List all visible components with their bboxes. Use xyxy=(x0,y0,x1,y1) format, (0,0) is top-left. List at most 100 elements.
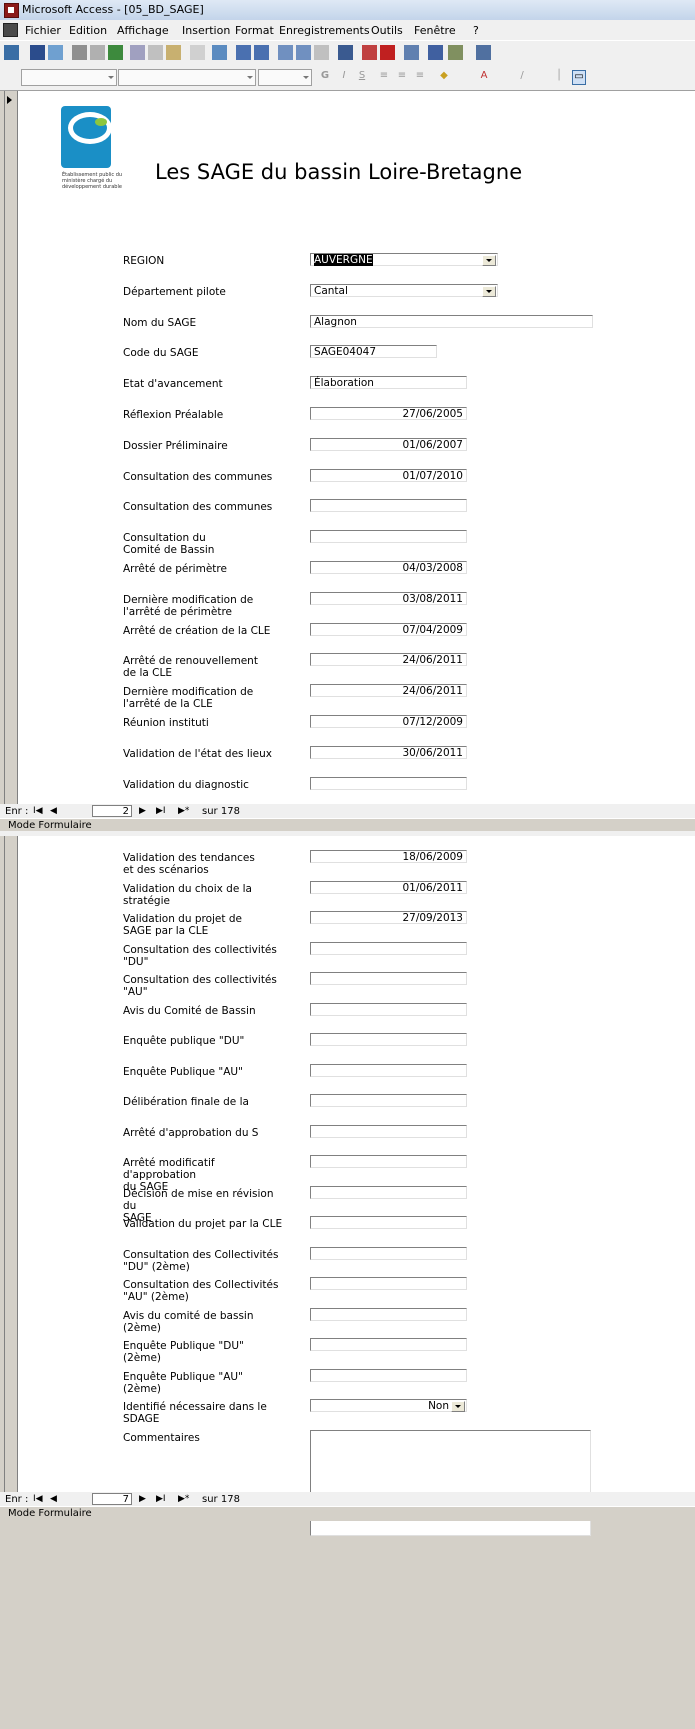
properties-icon[interactable] xyxy=(404,45,419,60)
top-field-17-validation-de-l-etat-des-lieux[interactable]: 30/06/2011 xyxy=(310,745,467,759)
sort-descending-icon[interactable] xyxy=(254,45,269,60)
menu-insertion[interactable]: Insertion xyxy=(182,24,230,37)
menu-affichage[interactable]: Affichage xyxy=(117,24,169,37)
search-file-icon[interactable] xyxy=(48,45,63,60)
help-icon[interactable] xyxy=(476,45,491,60)
top-field-13-arrete-de-creation-de-la-cle[interactable]: 07/04/2009 xyxy=(310,622,467,636)
database-window-icon[interactable] xyxy=(428,45,443,60)
menu-help[interactable]: ? xyxy=(473,24,479,37)
dropdown-arrow-icon[interactable] xyxy=(451,1401,465,1412)
bold-icon[interactable]: G xyxy=(319,70,331,83)
first-record-icon[interactable]: I◀ xyxy=(33,806,43,816)
border-width-icon[interactable]: │ xyxy=(553,70,565,83)
bottom-field-16-avis-du-comite-de-bassin-2eme[interactable] xyxy=(310,1307,467,1321)
align-center-icon[interactable]: ≡ xyxy=(396,70,408,83)
object-combo[interactable] xyxy=(21,69,117,86)
underline-icon[interactable]: S xyxy=(356,70,368,83)
top-field-5-etat-d-avancement[interactable]: Élaboration xyxy=(310,376,467,390)
filter-selection-icon[interactable] xyxy=(278,45,293,60)
menu-format[interactable]: Format xyxy=(235,24,274,37)
print-preview-icon[interactable] xyxy=(90,45,105,60)
line-color-icon[interactable]: / xyxy=(516,70,528,83)
new-record-icon[interactable] xyxy=(362,45,377,60)
top-field-9-consultation-des-communes[interactable] xyxy=(310,499,467,513)
bottom-field-14-consultation-des-collectivites-du-2eme[interactable] xyxy=(310,1246,467,1260)
bottom-field-15-consultation-des-collectivites-au-2eme[interactable] xyxy=(310,1277,467,1290)
top-field-6-reflexion-prealable[interactable]: 27/06/2005 xyxy=(310,407,467,420)
bottom-field-8-enquete-publique-au[interactable] xyxy=(310,1063,467,1077)
top-field-4-code-du-sage[interactable]: SAGE04047 xyxy=(310,345,437,359)
bottom-field-2-validation-du-choix-de-la-strategie[interactable]: 01/06/2011 xyxy=(310,880,467,894)
bottom-field-3-validation-du-projet-de-sage-par-la-cle[interactable]: 27/09/2013 xyxy=(310,911,467,924)
top-field-10-consultation-du-comite-de-bassin[interactable] xyxy=(310,530,467,544)
top-field-1-region[interactable]: AUVERGNE xyxy=(310,253,498,266)
top-field-7-dossier-preliminaire[interactable]: 01/06/2007 xyxy=(310,437,467,451)
align-right-icon[interactable]: ≡ xyxy=(414,70,426,83)
view-icon[interactable] xyxy=(4,45,19,60)
menu-fenetre[interactable]: Fenêtre xyxy=(414,24,456,37)
record-number-input-2[interactable]: 7 xyxy=(92,1493,132,1505)
apply-filter-icon[interactable] xyxy=(314,45,329,60)
top-field-8-consultation-des-communes[interactable]: 01/07/2010 xyxy=(310,468,467,482)
bottom-field-17-enquete-publique-du-2eme[interactable] xyxy=(310,1338,467,1351)
top-field-18-validation-du-diagnostic[interactable] xyxy=(310,776,467,790)
next-record-icon[interactable]: ▶ xyxy=(139,806,146,816)
special-effect-icon[interactable]: ▭ xyxy=(572,70,586,85)
next-record-icon-2[interactable]: ▶ xyxy=(139,1494,146,1504)
record-selector-2[interactable] xyxy=(5,836,18,1492)
italic-icon[interactable]: I xyxy=(338,70,350,83)
bottom-field-5-consultation-des-collectivites-au[interactable] xyxy=(310,972,467,985)
bottom-field-11-arrete-modificatif-d-approbation-du-sage[interactable] xyxy=(310,1155,467,1168)
top-field-3-nom-du-sage[interactable]: Alagnon xyxy=(310,314,593,328)
hyperlink-icon[interactable] xyxy=(212,45,227,60)
bottom-field-1-validation-des-tendances-et-des-scenarios[interactable]: 18/06/2009 xyxy=(310,850,467,863)
bottom-field-9-deliberation-finale-de-la[interactable] xyxy=(310,1094,467,1107)
last-record-icon-2[interactable]: ▶I xyxy=(156,1494,166,1504)
bottom-field-7-enquete-publique-du[interactable] xyxy=(310,1033,467,1046)
menu-enregistrements[interactable]: Enregistrements xyxy=(279,24,370,37)
prev-record-icon-2[interactable]: ◀ xyxy=(50,1494,57,1504)
copy-icon[interactable] xyxy=(148,45,163,60)
prev-record-icon[interactable]: ◀ xyxy=(50,806,57,816)
last-record-icon[interactable]: ▶I xyxy=(156,806,166,816)
new-record-nav-icon[interactable]: ▶* xyxy=(178,806,189,816)
bottom-field-10-arrete-d-approbation-du-s[interactable] xyxy=(310,1124,467,1138)
top-field-15-derniere-modification-de-l-arrete-de-la-cle[interactable]: 24/06/2011 xyxy=(310,684,467,698)
top-field-11-arrete-de-perimetre[interactable]: 04/03/2008 xyxy=(310,561,467,574)
font-name-combo[interactable] xyxy=(118,69,256,86)
find-icon[interactable] xyxy=(338,45,353,60)
top-field-2-departement-pilote[interactable]: Cantal xyxy=(310,283,498,297)
delete-record-icon[interactable] xyxy=(380,45,395,60)
menu-fichier[interactable]: Fichier xyxy=(25,24,61,37)
access-app-icon[interactable] xyxy=(4,3,19,18)
top-field-12-derniere-modification-de-l-arrete-de-perimetre[interactable]: 03/08/2011 xyxy=(310,591,467,605)
fill-color-icon[interactable]: ◆ xyxy=(438,70,450,83)
new-record-nav-icon-2[interactable]: ▶* xyxy=(178,1494,189,1504)
top-field-14-arrete-de-renouvellement-de-la-cle[interactable]: 24/06/2011 xyxy=(310,653,467,667)
first-record-icon-2[interactable]: I◀ xyxy=(33,1494,43,1504)
bottom-field-6-avis-du-comite-de-bassin[interactable] xyxy=(310,1002,467,1016)
cut-icon[interactable] xyxy=(130,45,145,60)
menu-outils[interactable]: Outils xyxy=(371,24,403,37)
dropdown-arrow-icon[interactable] xyxy=(482,285,496,297)
bottom-field-12-decision-de-mise-en-revision-du-sage[interactable] xyxy=(310,1185,467,1199)
paste-icon[interactable] xyxy=(166,45,181,60)
align-left-icon[interactable]: ≡ xyxy=(378,70,390,83)
new-object-icon[interactable] xyxy=(448,45,463,60)
font-size-combo[interactable] xyxy=(258,69,312,86)
save-icon[interactable] xyxy=(30,45,45,60)
filter-form-icon[interactable] xyxy=(296,45,311,60)
spelling-icon[interactable] xyxy=(108,45,123,60)
undo-icon[interactable] xyxy=(190,45,205,60)
bottom-field-18-enquete-publique-au-2eme[interactable] xyxy=(310,1368,467,1382)
bottom-field-13-validation-du-projet-par-la-cle[interactable] xyxy=(310,1216,467,1229)
record-number-input[interactable]: 2 xyxy=(92,805,132,817)
sort-ascending-icon[interactable] xyxy=(236,45,251,60)
bottom-field-4-consultation-des-collectivites-du[interactable] xyxy=(310,941,467,955)
print-icon[interactable] xyxy=(72,45,87,60)
dropdown-arrow-icon[interactable] xyxy=(482,255,496,266)
font-color-icon[interactable]: A xyxy=(478,70,490,83)
menu-edition[interactable]: Edition xyxy=(69,24,107,37)
top-field-16-reunion-instituti[interactable]: 07/12/2009 xyxy=(310,715,467,728)
form-window-icon[interactable] xyxy=(3,23,18,37)
